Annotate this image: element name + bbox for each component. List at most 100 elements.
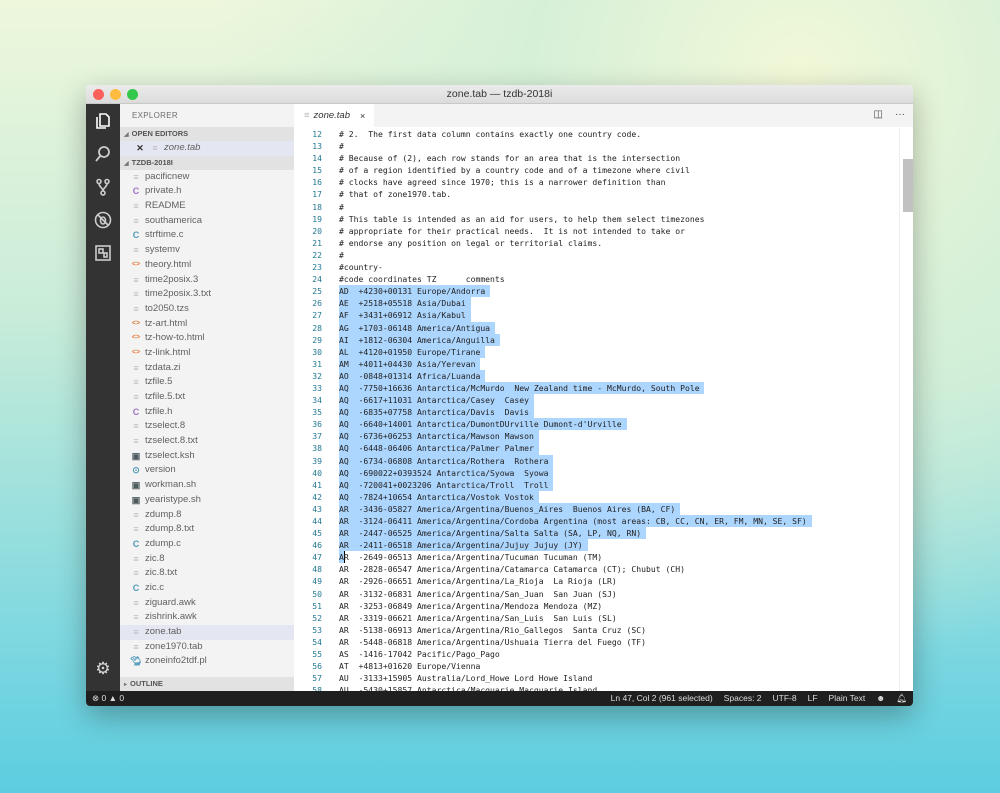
code-line[interactable]: 19 # This table is intended as an aid for… (294, 213, 899, 225)
code-line[interactable]: 27 AF +3431+06912 Asia/Kabul (294, 309, 899, 322)
code-line[interactable]: 37 AQ -6736+06253 Antarctica/Mawson Mawso… (294, 430, 899, 443)
gear-icon[interactable]: ⚙ (86, 652, 120, 685)
code-line[interactable]: 21 # endorse any position on legal or ter… (294, 237, 899, 249)
file-item[interactable]: ≡ systemv (120, 243, 294, 258)
code-line[interactable]: 57 AU -3133+15905 Australia/Lord_Howe Lor… (294, 672, 899, 684)
file-item[interactable]: ≡ time2posix.3 (120, 273, 294, 288)
code-line[interactable]: 53 AR -5138-06913 America/Argentina/Rio_G… (294, 624, 899, 636)
file-item[interactable]: ≡ ziguard.awk (120, 596, 294, 611)
file-item[interactable]: ≡ time2posix.3.txt (120, 287, 294, 302)
code-line[interactable]: 52 AR -3319-06621 America/Argentina/San_L… (294, 612, 899, 624)
file-item[interactable]: ≡ tzdata.zi (120, 361, 294, 376)
code-line[interactable]: 29 AI +1812-06304 America/Anguilla (294, 333, 899, 346)
source-control-icon[interactable] (86, 170, 120, 203)
code-line[interactable]: 47 AR -2649-06513 America/Argentina/Tucum… (294, 551, 899, 564)
code-line[interactable]: 38 AQ -6448-06406 Antarctica/Palmer Palme… (294, 442, 899, 455)
code-line[interactable]: 20 # appropriate for their practical need… (294, 225, 899, 237)
file-item[interactable]: <> theory.html (120, 258, 294, 273)
file-item[interactable]: <> tz-art.html (120, 317, 294, 332)
code-line[interactable]: 25 AD +4230+00131 Europe/Andorra (294, 285, 899, 298)
scrollbar-thumb[interactable] (903, 159, 913, 212)
code-line[interactable]: 45 AR -2447-06525 America/Argentina/Salta… (294, 527, 899, 540)
code-line[interactable]: 28 AG +1703-06148 America/Antigua (294, 321, 899, 334)
folder-section[interactable]: ◢ TZDB-2018I (120, 155, 294, 170)
file-item[interactable]: Cprivate.h (120, 184, 294, 199)
extensions-icon[interactable] (86, 236, 120, 269)
file-item[interactable]: ▣ yearistype.sh (120, 493, 294, 508)
encoding[interactable]: UTF-8 (773, 691, 797, 706)
code-line[interactable]: 34 AQ -6617+11031 Antarctica/Casey Casey (294, 394, 899, 407)
code-line[interactable]: 49 AR -2926-06651 America/Argentina/La_Ri… (294, 575, 899, 587)
outline-section[interactable]: ▸ OUTLINE (120, 677, 294, 691)
code-line[interactable]: 58 AU -5430+15857 Antarctica/Macquarie Ma… (294, 684, 899, 691)
file-item[interactable]: ≡ README (120, 199, 294, 214)
code-line[interactable]: 14 # Because of (2), each row stands for … (294, 152, 899, 164)
tab-zone-tab[interactable]: ≡ zone.tab × (294, 104, 374, 127)
problems-indicator[interactable]: ⊗ 0 ▲ 0 (92, 691, 124, 706)
code-line[interactable]: 48 AR -2828-06547 America/Argentina/Catam… (294, 563, 899, 575)
code-line[interactable]: 35 AQ -6835+07758 Antarctica/Davis Davis (294, 406, 899, 419)
open-editors-section[interactable]: ◢ OPEN EDITORS (120, 127, 294, 141)
code-line[interactable]: 36 AQ -6640+14001 Antarctica/DumontDUrvil… (294, 418, 899, 431)
file-item[interactable]: ≡ tzselect.8 (120, 419, 294, 434)
split-editor-icon[interactable]: ◫ (874, 109, 883, 120)
notifications-bell-icon[interactable]: 🔔︎ (896, 691, 907, 706)
code-line[interactable]: 41 AQ -720041+0023206 Antarctica/Troll Tr… (294, 478, 899, 491)
code-line[interactable]: 56 AT +4813+01620 Europe/Vienna (294, 660, 899, 672)
code-line[interactable]: 17 # that of zone1970.tab. (294, 188, 899, 200)
code-line[interactable]: 22 # (294, 249, 899, 261)
indentation[interactable]: Spaces: 2 (724, 691, 762, 706)
maximize-window-button[interactable] (127, 89, 138, 100)
file-item[interactable]: ≡ tzselect.8.txt (120, 434, 294, 449)
file-item[interactable]: Czdump.c (120, 537, 294, 552)
code-line[interactable]: 32 AO -0848+01314 Africa/Luanda (294, 369, 899, 382)
code-line[interactable]: 43 AR -3436-05827 America/Argentina/Bueno… (294, 502, 899, 515)
file-item[interactable]: ≡ tzfile.5 (120, 375, 294, 390)
file-item[interactable]: ▣ tzselect.ksh (120, 449, 294, 464)
file-item[interactable]: 🐪︎ zoneinfo2tdf.pl (120, 654, 294, 669)
file-item[interactable]: ≡ southamerica (120, 214, 294, 229)
file-item[interactable]: ≡ zic.8.txt (120, 566, 294, 581)
code-line[interactable]: 30 AL +4120+01950 Europe/Tirane (294, 345, 899, 358)
file-item[interactable]: ≡ zone1970.tab (120, 640, 294, 655)
code-line[interactable]: 31 AM +4011+04430 Asia/Yerevan (294, 357, 899, 370)
close-window-button[interactable] (93, 89, 104, 100)
file-item[interactable]: Ctzfile.h (120, 405, 294, 420)
code-line[interactable]: 46 AR -2411-06518 America/Argentina/Jujuy… (294, 539, 899, 552)
code-area[interactable]: 12 # 2. The first data column contains ex… (294, 128, 899, 691)
code-line[interactable]: 23 #country- (294, 261, 899, 273)
code-line[interactable]: 12 # 2. The first data column contains ex… (294, 128, 899, 140)
file-item[interactable]: ≡ zic.8 (120, 552, 294, 567)
file-item[interactable]: <> tz-how-to.html (120, 331, 294, 346)
file-item[interactable]: ▣ workman.sh (120, 478, 294, 493)
code-line[interactable]: 54 AR -5448-06818 America/Argentina/Ushua… (294, 636, 899, 648)
file-item[interactable]: ≡ tzfile.5.txt (120, 390, 294, 405)
code-line[interactable]: 55 AS -1416-17042 Pacific/Pago_Pago (294, 648, 899, 660)
file-item[interactable]: ≡ to2050.tzs (120, 302, 294, 317)
file-item[interactable]: ≡ zishrink.awk (120, 610, 294, 625)
language-mode[interactable]: Plain Text (829, 691, 866, 706)
code-line[interactable]: 13 # (294, 140, 899, 152)
code-line[interactable]: 42 AQ -7824+10654 Antarctica/Vostok Vosto… (294, 490, 899, 503)
code-line[interactable]: 18 # (294, 201, 899, 213)
file-item[interactable]: Czic.c (120, 581, 294, 596)
code-line[interactable]: 51 AR -3253-06849 America/Argentina/Mendo… (294, 600, 899, 612)
close-icon[interactable]: ✕ (134, 141, 146, 156)
minimize-window-button[interactable] (110, 89, 121, 100)
code-line[interactable]: 24 #code coordinates TZ comments (294, 273, 899, 285)
file-item[interactable]: ≡ zdump.8.txt (120, 522, 294, 537)
cursor-position[interactable]: Ln 47, Col 2 (961 selected) (611, 691, 713, 706)
code-line[interactable]: 16 # clocks have agreed since 1970; this … (294, 176, 899, 188)
file-item[interactable]: <> tz-link.html (120, 346, 294, 361)
more-actions-icon[interactable]: ··· (895, 109, 905, 120)
feedback-smiley-icon[interactable]: ☻ (876, 691, 885, 706)
file-item[interactable]: ⊙ version (120, 463, 294, 478)
file-item[interactable]: Cstrftime.c (120, 228, 294, 243)
debug-icon[interactable] (86, 203, 120, 236)
code-line[interactable]: 26 AE +2518+05518 Asia/Dubai (294, 297, 899, 310)
file-item[interactable]: ≡ zone.tab (120, 625, 294, 640)
code-line[interactable]: 50 AR -3132-06831 America/Argentina/San_J… (294, 588, 899, 600)
code-line[interactable]: 33 AQ -7750+16636 Antarctica/McMurdo New … (294, 381, 899, 395)
file-item[interactable]: ≡ pacificnew (120, 170, 294, 185)
search-icon[interactable] (86, 137, 120, 170)
